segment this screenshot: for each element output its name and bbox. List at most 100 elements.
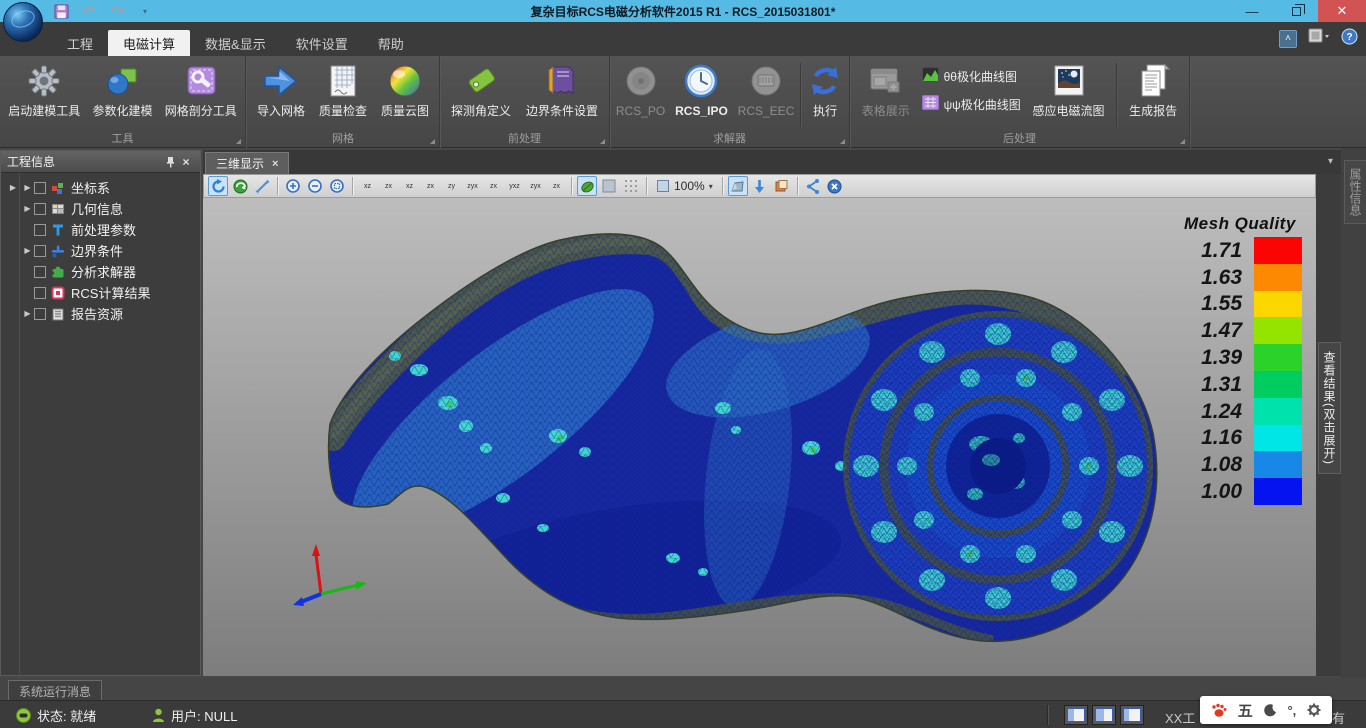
- copy-view-button[interactable]: [772, 176, 792, 196]
- project-info-panel: 工程信息 × ▶ ▶ 坐标系 ▶: [0, 150, 201, 676]
- tree-checkbox[interactable]: [34, 245, 46, 257]
- layout-left-wide-panel-button[interactable]: [1092, 705, 1116, 725]
- mesh-tool-button[interactable]: 网格剖分工具: [161, 59, 241, 119]
- view-orientation-button[interactable]: zyx: [526, 176, 545, 196]
- ribbon-tab-settings[interactable]: 软件设置: [281, 30, 363, 56]
- tree-checkbox[interactable]: [34, 308, 46, 320]
- view-orientation-button[interactable]: zx: [379, 176, 398, 196]
- tree-item-rcs-results[interactable]: RCS计算结果: [1, 282, 200, 303]
- legend-row: 1.24: [1184, 398, 1302, 425]
- properties-collapsed-tab[interactable]: 属性信息: [1344, 160, 1366, 224]
- tree-checkbox[interactable]: [34, 287, 46, 299]
- layout-left-panel-button[interactable]: [1064, 705, 1088, 725]
- chevron-right-icon[interactable]: ▶: [21, 204, 34, 213]
- tree-item-analysis-solver[interactable]: 分析求解器: [1, 261, 200, 282]
- solver-rcs-ipo-button[interactable]: RCS_IPO: [671, 59, 732, 119]
- group-expand-icon[interactable]: [600, 139, 605, 144]
- shaded-view-button[interactable]: [577, 176, 597, 196]
- tab-overflow-icon[interactable]: ▾: [1328, 156, 1333, 167]
- quality-check-button[interactable]: 质量检查: [315, 59, 371, 119]
- tree-checkbox[interactable]: [34, 182, 46, 194]
- close-button[interactable]: ✕: [1318, 0, 1366, 22]
- status-text: 状态: 就绪: [37, 706, 96, 725]
- group-expand-icon[interactable]: [1180, 139, 1185, 144]
- view-orientation-button[interactable]: zx: [547, 176, 566, 196]
- group-expand-icon[interactable]: [236, 139, 241, 144]
- help-button[interactable]: ?: [1341, 28, 1358, 50]
- drop-down-view-button[interactable]: [750, 176, 770, 196]
- layout-left-narrow-panel-button[interactable]: [1120, 705, 1144, 725]
- ime-toolbar[interactable]: 五 °,: [1200, 696, 1332, 724]
- zoom-out-button[interactable]: [305, 176, 325, 196]
- circle-square-icon: [104, 60, 140, 102]
- restore-button[interactable]: [1274, 0, 1318, 22]
- flow-share-button[interactable]: [803, 176, 823, 196]
- tree-item-preprocess-params[interactable]: 前处理参数: [1, 219, 200, 240]
- view-orientation-button[interactable]: xz: [400, 176, 419, 196]
- generate-report-button[interactable]: 生成报告: [1125, 59, 1181, 119]
- ribbon-tab-em-compute[interactable]: 电磁计算: [108, 30, 190, 56]
- solver-rcs-po-button[interactable]: RCS_PO: [612, 59, 669, 119]
- view-orientation-button[interactable]: zx: [484, 176, 503, 196]
- collapse-ribbon-button[interactable]: ˄: [1279, 30, 1297, 48]
- theta-polarization-curve-button[interactable]: θθ极化曲线图: [922, 67, 1021, 87]
- minimize-button[interactable]: —: [1230, 0, 1274, 22]
- zoom-square-icon: [656, 179, 670, 193]
- clip-plane-button[interactable]: [728, 176, 748, 196]
- psi-polarization-curve-button[interactable]: ψψ极化曲线图: [922, 95, 1021, 115]
- import-mesh-button[interactable]: 导入网格: [253, 59, 309, 119]
- tree-checkbox[interactable]: [34, 203, 46, 215]
- tree-item-coordinate-system[interactable]: ▶ ▶ 坐标系: [1, 177, 200, 198]
- close-panel-icon[interactable]: ×: [178, 154, 194, 170]
- tree-item-report-resources[interactable]: ▶ 报告资源: [1, 303, 200, 324]
- system-message-tab[interactable]: 系统运行消息: [8, 680, 102, 700]
- chevron-right-icon[interactable]: ▶: [21, 183, 34, 192]
- view-orientation-button[interactable]: zyx: [463, 176, 482, 196]
- ime-punctuation-label[interactable]: °,: [1287, 703, 1296, 718]
- view-orientation-button[interactable]: zx: [421, 176, 440, 196]
- chevron-right-icon[interactable]: ▶: [5, 183, 21, 192]
- pin-icon[interactable]: [162, 154, 178, 170]
- ribbon-tab-data-display[interactable]: 数据&显示: [190, 30, 281, 56]
- pan-view-button[interactable]: [252, 176, 272, 196]
- chevron-right-icon[interactable]: ▶: [21, 246, 34, 255]
- ime-mode-label[interactable]: 五: [1238, 700, 1253, 721]
- ribbon-tab-project[interactable]: 工程: [52, 30, 108, 56]
- quality-cloud-button[interactable]: 质量云图: [377, 59, 433, 119]
- table-display-button[interactable]: 表格展示: [858, 59, 914, 119]
- solver-rcs-eec-button[interactable]: RCS_EEC: [734, 59, 799, 119]
- display-style-button[interactable]: [1307, 27, 1331, 50]
- view-orientation-button[interactable]: xz: [358, 176, 377, 196]
- grid-points-button[interactable]: [621, 176, 641, 196]
- tree-checkbox[interactable]: [34, 266, 46, 278]
- zoom-fit-button[interactable]: [327, 176, 347, 196]
- launch-modeler-button[interactable]: 启动建模工具: [4, 59, 84, 119]
- wireframe-view-button[interactable]: [599, 176, 619, 196]
- close-view-button[interactable]: [825, 176, 845, 196]
- user-text: 用户: NULL: [171, 706, 237, 725]
- zoom-level-control[interactable]: 100% ▾: [652, 179, 717, 193]
- tab-3d-display[interactable]: 三维显示 ×: [205, 152, 289, 174]
- viewport-3d[interactable]: Mesh Quality 1.71 1.63 1.55 1.47 1.39 1.…: [203, 198, 1316, 676]
- tree-item-geometry-info[interactable]: ▶ 几何信息: [1, 198, 200, 219]
- tree-item-boundary-conditions[interactable]: ▶ 边界条件: [1, 240, 200, 261]
- orbit-view-button[interactable]: [230, 176, 250, 196]
- group-expand-icon[interactable]: [430, 139, 435, 144]
- chevron-right-icon[interactable]: ▶: [21, 309, 34, 318]
- tree-checkbox[interactable]: [34, 224, 46, 236]
- tab-close-icon[interactable]: ×: [272, 158, 278, 170]
- group-expand-icon[interactable]: [840, 139, 845, 144]
- probe-angle-button[interactable]: 探测角定义: [447, 59, 515, 119]
- boundary-settings-button[interactable]: 边界条件设置: [522, 59, 602, 119]
- rotate-view-button[interactable]: [208, 176, 228, 196]
- induced-current-map-button[interactable]: 感应电磁流图: [1029, 59, 1109, 119]
- parametric-modeling-button[interactable]: 参数化建模: [88, 59, 156, 119]
- execute-button[interactable]: 执行: [803, 59, 847, 119]
- legend-title: Mesh Quality: [1184, 214, 1302, 234]
- ribbon-tab-help[interactable]: 帮助: [363, 30, 419, 56]
- copyright-text-left: XX工: [1165, 708, 1195, 727]
- view-orientation-button[interactable]: yxz: [505, 176, 524, 196]
- results-collapsed-tab[interactable]: 查看结果(双击展开): [1318, 342, 1341, 474]
- zoom-in-button[interactable]: [283, 176, 303, 196]
- view-orientation-button[interactable]: zy: [442, 176, 461, 196]
